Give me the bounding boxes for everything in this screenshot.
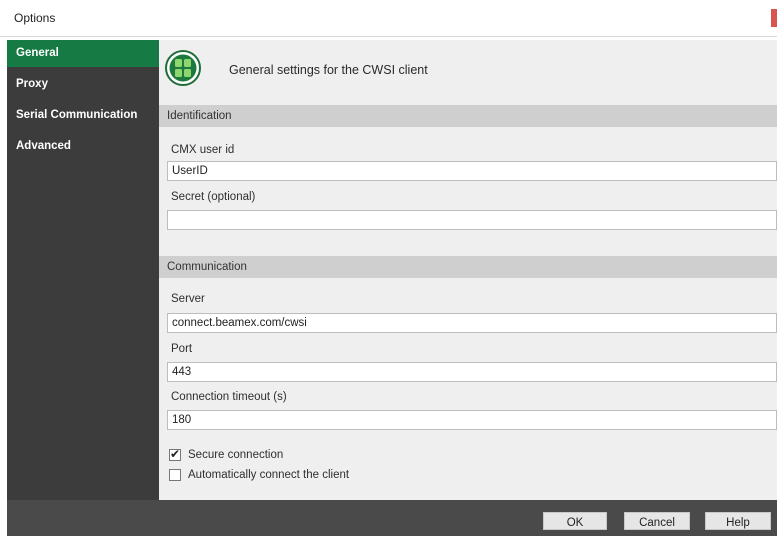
communication-section-header: Communication	[159, 256, 777, 278]
user-id-label: CMX user id	[171, 144, 234, 156]
panel-header: General settings for the CWSI client	[159, 40, 777, 100]
port-label: Port	[171, 343, 192, 355]
auto-connect-label: Automatically connect the client	[188, 469, 349, 481]
auto-connect-option[interactable]: Automatically connect the client	[169, 467, 349, 483]
sidebar-item-advanced[interactable]: Advanced	[7, 133, 159, 160]
checkmark-icon: ✔	[170, 447, 180, 461]
sidebar-item-proxy[interactable]: Proxy	[7, 71, 159, 98]
sidebar-item-serial-communication[interactable]: Serial Communication	[7, 102, 159, 129]
help-button[interactable]: Help	[705, 512, 771, 530]
button-bar: OK Cancel Help	[7, 500, 777, 536]
identification-section-header: Identification	[159, 105, 777, 127]
server-label: Server	[171, 293, 205, 305]
secure-connection-checkbox[interactable]: ✔	[169, 449, 181, 461]
settings-panel: General settings for the CWSI client Ide…	[159, 40, 777, 500]
secret-label: Secret (optional)	[171, 191, 255, 203]
port-input[interactable]	[167, 362, 777, 382]
cancel-button[interactable]: Cancel	[624, 512, 690, 530]
secure-connection-option[interactable]: ✔ Secure connection	[169, 447, 283, 463]
timeout-input[interactable]	[167, 410, 777, 430]
secret-input[interactable]	[167, 210, 777, 230]
auto-connect-checkbox[interactable]	[169, 469, 181, 481]
title-bar: Options	[0, 0, 777, 37]
sidebar: General Proxy Serial Communication Advan…	[7, 40, 159, 500]
sidebar-item-general[interactable]: General	[7, 40, 159, 67]
secure-connection-label: Secure connection	[188, 449, 283, 461]
close-icon[interactable]	[771, 9, 777, 27]
user-id-input[interactable]	[167, 161, 777, 181]
ok-button[interactable]: OK	[543, 512, 607, 530]
server-input[interactable]	[167, 313, 777, 333]
window-title: Options	[14, 11, 55, 25]
timeout-label: Connection timeout (s)	[171, 391, 287, 403]
panel-title: General settings for the CWSI client	[229, 63, 428, 77]
green-cross-logo-icon	[165, 50, 201, 86]
